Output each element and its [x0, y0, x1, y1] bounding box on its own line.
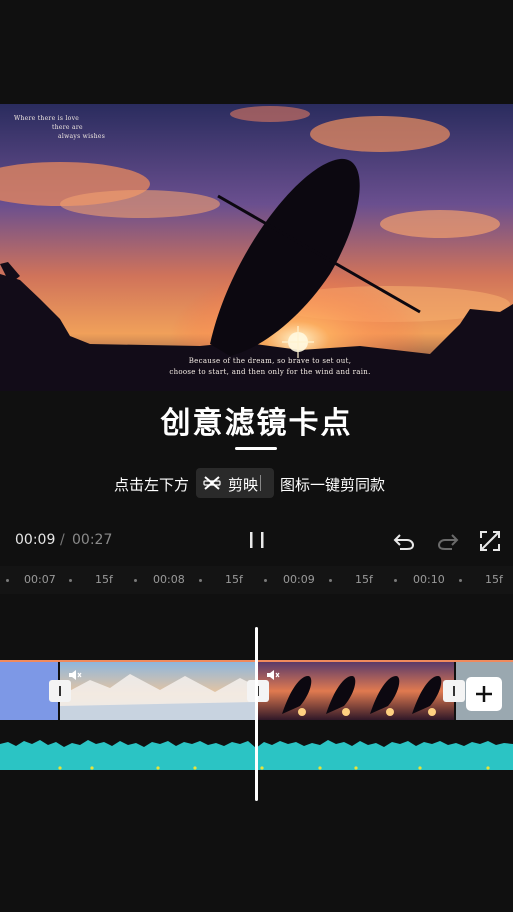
playhead[interactable] — [255, 627, 258, 801]
ruler-dot — [329, 579, 332, 582]
caption-line: Because of the dream, so brave to set ou… — [188, 357, 352, 365]
ruler-dot — [199, 579, 202, 582]
badge-divider — [260, 475, 261, 491]
total-time: 00:27 — [72, 532, 113, 548]
ruler-dot — [264, 579, 267, 582]
ruler-label: 00:10 — [413, 573, 445, 586]
ruler-dot — [394, 579, 397, 582]
hint-text-left: 点击左下方 — [114, 476, 190, 494]
mute-icon[interactable] — [68, 669, 82, 681]
ruler-label: 15f — [95, 573, 113, 586]
transition-button[interactable] — [49, 680, 71, 702]
corner-line: there are — [52, 124, 83, 131]
capcut-badge[interactable]: 剪映 — [196, 468, 274, 498]
preview-caption: Because of the dream, so brave to set ou… — [120, 356, 420, 378]
redo-button[interactable] — [436, 530, 460, 552]
time-separator: / — [60, 532, 65, 548]
fullscreen-button[interactable] — [478, 529, 502, 553]
caption-line: choose to start, and then only for the w… — [169, 368, 371, 376]
undo-icon — [393, 534, 415, 550]
video-preview[interactable]: Where there is love there are always wis… — [0, 104, 513, 391]
ruler-label: 00:09 — [283, 573, 315, 586]
ruler-dot — [459, 579, 462, 582]
transition-button[interactable] — [247, 680, 269, 702]
add-icon — [476, 686, 492, 702]
preview-frame-image — [0, 104, 513, 391]
ruler-label: 00:08 — [153, 573, 185, 586]
template-hint: 点击左下方 剪映 图标一键剪同款 — [0, 468, 513, 498]
current-time: 00:09 — [15, 532, 56, 548]
capcut-logo-icon — [203, 476, 221, 490]
transition-button[interactable] — [443, 680, 465, 702]
ruler-label: 15f — [225, 573, 243, 586]
mute-icon[interactable] — [266, 669, 280, 681]
redo-icon — [437, 534, 459, 550]
ruler-dot — [6, 579, 9, 582]
ruler-label: 15f — [485, 573, 503, 586]
timeline-ruler[interactable]: 00:07 15f 00:08 15f 00:09 15f 00:10 15f — [0, 566, 513, 594]
title-underline — [235, 447, 277, 450]
hint-text-right: 图标一键剪同款 — [280, 476, 386, 494]
ruler-dot — [69, 579, 72, 582]
ruler-dot — [134, 579, 137, 582]
corner-line: Where there is love — [14, 115, 80, 122]
add-clip-button[interactable] — [466, 677, 502, 711]
fullscreen-icon — [480, 531, 500, 551]
ruler-label: 15f — [355, 573, 373, 586]
pause-button[interactable] — [246, 529, 268, 551]
capcut-app-name: 剪映 — [228, 476, 259, 494]
pause-icon — [250, 532, 264, 548]
preview-corner-text: Where there is love there are always wis… — [14, 114, 105, 141]
undo-button[interactable] — [392, 530, 416, 552]
page-title: 创意滤镜卡点 — [160, 406, 353, 441]
corner-line: always wishes — [58, 133, 106, 140]
ruler-label: 00:07 — [24, 573, 56, 586]
